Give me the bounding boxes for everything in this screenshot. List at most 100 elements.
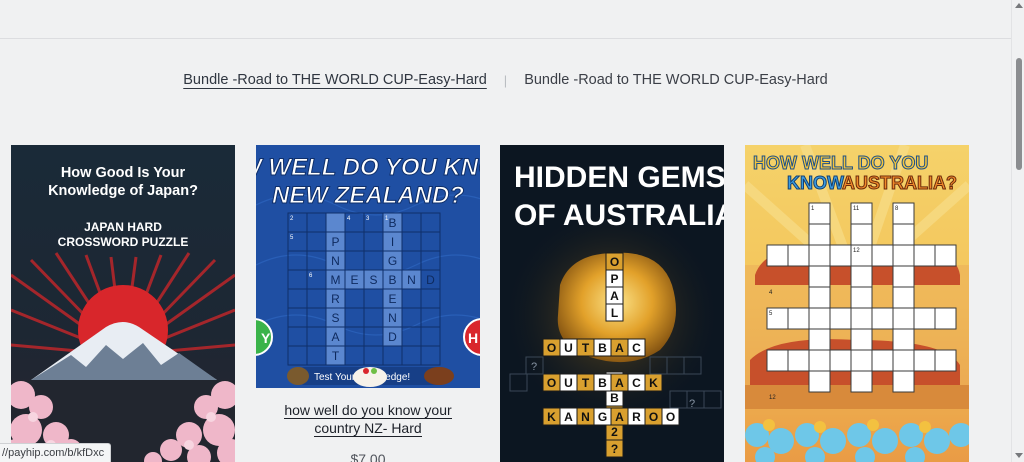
- gems-row-kangaroo-letter: A: [615, 410, 624, 424]
- product-cover-japan[interactable]: How Good Is Your Knowledge of Japan? JAP…: [11, 145, 235, 462]
- gems-question-mark: ?: [689, 398, 695, 410]
- australia-heading-1: HOW WELL DO YOU: [753, 153, 928, 173]
- australia-grid-cell: [808, 349, 831, 372]
- store-page: Bundle -Road to THE WORLD CUP-Easy-Hard …: [0, 0, 1024, 462]
- australia-grid-cell: [892, 286, 915, 309]
- nz-grid-letter: G: [388, 254, 397, 268]
- japan-cover-sub-1: JAPAN HARD: [84, 220, 162, 234]
- nz-grid-letter: P: [331, 235, 339, 249]
- australia-grid-cell: [808, 307, 831, 330]
- scroll-down-arrow-icon[interactable]: [1015, 453, 1023, 458]
- nz-grid-letter: N: [407, 273, 416, 287]
- page-scrollbar[interactable]: [1011, 0, 1024, 462]
- nz-grid-letter: M: [331, 273, 341, 287]
- scroll-up-arrow-icon[interactable]: [1015, 3, 1023, 8]
- product-title-line-2[interactable]: country NZ- Hard: [314, 420, 422, 437]
- product-cover-hidden-gems[interactable]: HIDDEN GEMS OF AUSTRALIA OPALEB?2?OUTBAC…: [500, 145, 724, 462]
- product-price: $7.00: [350, 451, 386, 462]
- japan-cover-art: How Good Is Your Knowledge of Japan? JAP…: [11, 145, 235, 462]
- australia-grid-cell: [850, 370, 873, 393]
- australia-grid-cell: [829, 307, 852, 330]
- australia-grid-cell: [787, 244, 810, 267]
- australia-grid-cell: [850, 349, 873, 372]
- nz-filled-cell: [325, 212, 346, 233]
- gems-row-kangaroo-letter: K: [547, 410, 556, 424]
- rugby-ball-icon: [424, 367, 454, 385]
- australia-grid-cell: [871, 349, 894, 372]
- breadcrumb-link-bundle[interactable]: Bundle -Road to THE WORLD CUP-Easy-Hard: [183, 72, 487, 88]
- australia-grid-cell: [808, 244, 831, 267]
- australia-grid-cell: [850, 223, 873, 246]
- product-card-new-zealand[interactable]: W WELL DO YOU KNO NEW ZEALAND? BIGBENDPN…: [256, 145, 480, 462]
- australia-grid-cell: [850, 286, 873, 309]
- nz-side-left: Y: [261, 330, 271, 346]
- nz-grid-letter: A: [331, 330, 339, 344]
- australia-grid-cell: [808, 370, 831, 393]
- nz-grid-letter: B: [388, 273, 396, 287]
- nz-side-right: H: [468, 330, 478, 346]
- australia-grid-cell: [850, 328, 873, 351]
- gems-row-outback-letter: K: [649, 376, 658, 390]
- australia-grid-cell: [892, 370, 915, 393]
- australia-grid-cell: [808, 223, 831, 246]
- gems-row-kangaroo-letter: N: [581, 410, 590, 424]
- product-title-nz[interactable]: how well do you know your country NZ- Ha…: [256, 401, 480, 437]
- breadcrumb: Bundle -Road to THE WORLD CUP-Easy-Hard …: [0, 72, 1011, 88]
- australia-grid-cell: [808, 265, 831, 288]
- breadcrumb-separator: |: [503, 72, 508, 88]
- australia-grid-cell: [808, 286, 831, 309]
- gems-row-outback-letter: O: [547, 376, 556, 390]
- australia-grid-cell: [892, 265, 915, 288]
- gems-row-kangaroo-letter: O: [649, 410, 658, 424]
- gems-row-outback-letter: A: [615, 376, 624, 390]
- nz-grid-letter: D: [426, 273, 435, 287]
- gems-row-kangaroo-letter: O: [666, 410, 675, 424]
- product-card-japan[interactable]: How Good Is Your Knowledge of Japan? JAP…: [11, 145, 235, 462]
- japan-cover-heading-2: Knowledge of Japan?: [48, 183, 198, 199]
- product-title-line-1[interactable]: how well do you know your: [284, 402, 452, 419]
- nz-grid-letter: I: [391, 235, 394, 249]
- nz-cover-heading-2: NEW ZEALAND?: [272, 182, 464, 209]
- gems-heading-1: HIDDEN GEMS: [514, 161, 724, 194]
- australia-cover-art: HOW WELL DO YOU KNOW AUSTRALIA? 1124511 8…: [745, 145, 969, 462]
- gems-vertical-letter: B: [610, 391, 619, 405]
- australia-heading-know: KNOW: [787, 173, 844, 193]
- australia-clue-number: 12: [853, 248, 860, 254]
- nz-grid-letter: E: [388, 292, 396, 306]
- gems-row-kangaroo-letter: G: [598, 410, 607, 424]
- gems-vertical-letter: A: [610, 289, 619, 303]
- australia-grid-cell: [892, 349, 915, 372]
- gems-row-kangaroo-letter: R: [632, 410, 641, 424]
- australia-clue-number: 12: [769, 395, 776, 401]
- australia-grid-cell: [934, 244, 957, 267]
- scrollbar-thumb[interactable]: [1016, 58, 1022, 170]
- product-cover-know-australia[interactable]: HOW WELL DO YOU KNOW AUSTRALIA? 1 12 4 5 11 8…: [745, 145, 969, 462]
- australia-grid-cell: [913, 349, 936, 372]
- nz-grid-letter: R: [331, 292, 340, 306]
- header-divider: [0, 38, 1011, 39]
- australia-grid-cell: [892, 223, 915, 246]
- nz-grid-letter: B: [388, 216, 396, 230]
- australia-clue-number: 11: [853, 206, 860, 212]
- australia-grid-cell: [850, 307, 873, 330]
- gems-vertical-letter: ?: [611, 442, 618, 456]
- australia-grid-cell: [934, 349, 957, 372]
- kiwi-bird-icon: [287, 367, 309, 385]
- gems-row-outbac-letter: B: [598, 341, 607, 355]
- product-card-hidden-gems[interactable]: HIDDEN GEMS OF AUSTRALIA OPALEB?2?OUTBAC…: [500, 145, 724, 462]
- australia-grid-cell: [787, 349, 810, 372]
- product-cover-new-zealand[interactable]: W WELL DO YOU KNO NEW ZEALAND? BIGBENDPN…: [256, 145, 480, 388]
- australia-grid-cell: [892, 244, 915, 267]
- nz-cover-art: W WELL DO YOU KNO NEW ZEALAND? BIGBENDPN…: [256, 145, 480, 388]
- gems-row-outbac-letter: O: [547, 341, 556, 355]
- australia-grid-cell: [850, 265, 873, 288]
- gems-vertical-letter: O: [610, 255, 619, 269]
- nz-grid-letter: E: [350, 273, 358, 287]
- pavlova-icon: [353, 367, 387, 387]
- nz-grid-letter: S: [369, 273, 377, 287]
- australia-grid-cell: [808, 328, 831, 351]
- australia-grid-cell: [913, 244, 936, 267]
- product-card-know-australia[interactable]: HOW WELL DO YOU KNOW AUSTRALIA? 1 12 4 5 11 8…: [745, 145, 969, 462]
- nz-grid-letter: T: [332, 349, 340, 363]
- gems-row-outbac-letter: C: [632, 341, 641, 355]
